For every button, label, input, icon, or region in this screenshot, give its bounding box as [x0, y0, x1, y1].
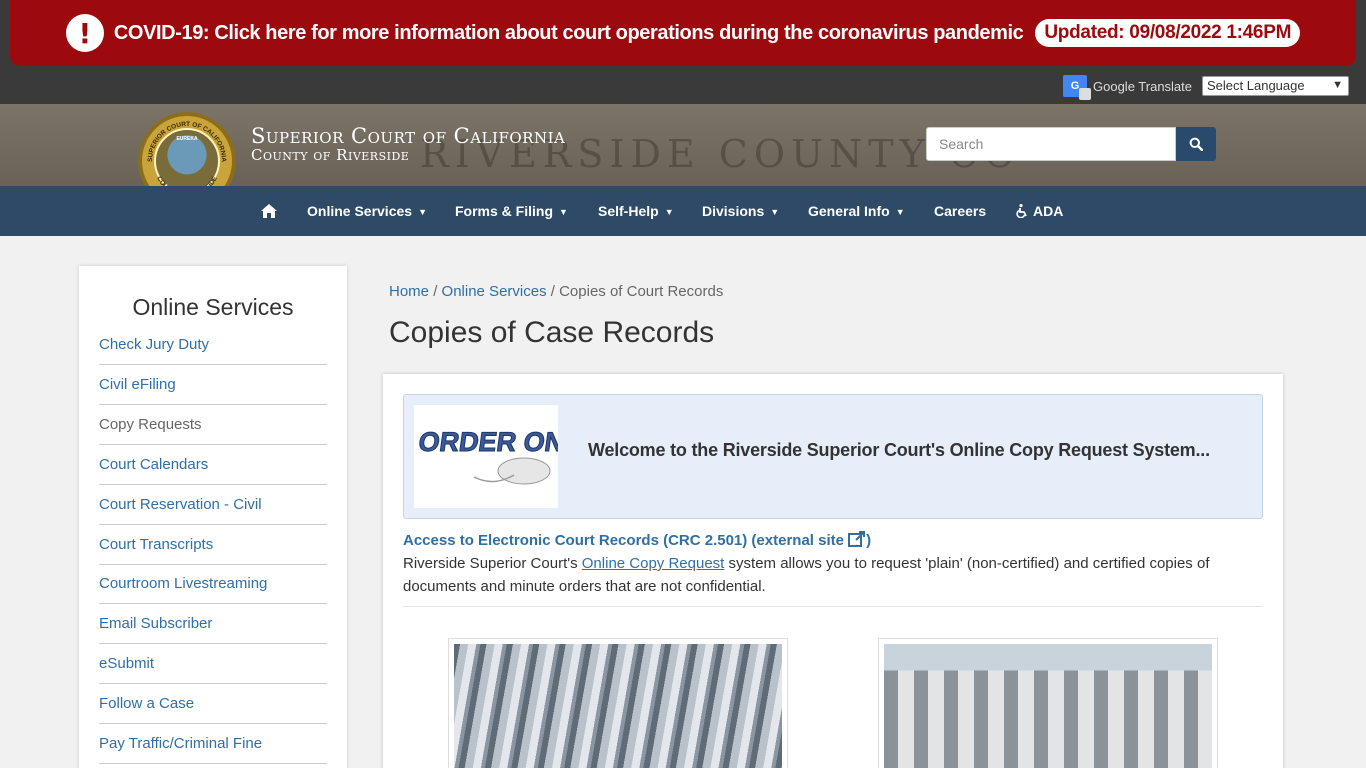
google-translate-icon: G	[1063, 75, 1091, 100]
sidebar-item-pay-fine[interactable]: Pay Traffic/Criminal Fine	[99, 724, 327, 764]
nav-general-info[interactable]: General Info ▼	[808, 186, 905, 236]
sidebar-item-follow-a-case[interactable]: Follow a Case	[99, 684, 327, 724]
google-translate: G Google Translate Select Language ▼	[1063, 75, 1350, 100]
sidebar-item-esubmit[interactable]: eSubmit	[99, 644, 327, 684]
exclamation-icon: !	[65, 14, 104, 52]
content-card: ORDER ONLINE Welcome to the Riverside Su…	[383, 374, 1283, 768]
sidebar: Online Services Check Jury Duty Civil eF…	[79, 266, 347, 768]
nav-label: Divisions	[702, 203, 765, 219]
sidebar-item-court-transcripts[interactable]: Court Transcripts	[99, 525, 327, 565]
chevron-down-icon: ▼	[1332, 79, 1344, 91]
page-title: Copies of Case Records	[389, 316, 715, 349]
breadcrumb-separator: /	[433, 283, 442, 300]
nav-forms-filing[interactable]: Forms & Filing ▼	[455, 186, 568, 236]
order-online-image: ORDER ONLINE	[414, 405, 628, 508]
search-input[interactable]: Search	[926, 127, 1176, 161]
breadcrumb-home[interactable]: Home	[389, 283, 429, 300]
welcome-panel: ORDER ONLINE Welcome to the Riverside Su…	[403, 394, 1263, 519]
crc-link-close: )	[866, 532, 872, 549]
site-subtitle[interactable]: County of Riverside	[251, 146, 409, 164]
courthouse-thumbnail[interactable]	[878, 638, 1218, 768]
breadcrumb-current: Copies of Court Records	[559, 283, 724, 300]
crc-external-link[interactable]: Access to Electronic Court Records (CRC …	[403, 531, 871, 549]
description-paragraph: Riverside Superior Court's Online Copy R…	[403, 552, 1243, 598]
breadcrumb: Home / Online Services / Copies of Court…	[389, 283, 723, 300]
nav-divisions[interactable]: Divisions ▼	[702, 186, 779, 236]
language-select-value: Select Language	[1207, 78, 1305, 93]
court-records-image	[454, 644, 782, 768]
nav-label: Self-Help	[598, 203, 659, 219]
order-online-graphic: ORDER ONLINE	[416, 426, 628, 485]
sidebar-item-courtroom-livestreaming[interactable]: Courtroom Livestreaming	[99, 564, 327, 604]
svg-text:SUPERIOR COURT OF CALIFORNIA: SUPERIOR COURT OF CALIFORNIA	[147, 121, 227, 163]
sidebar-item-court-calendars[interactable]: Court Calendars	[99, 445, 327, 485]
search-button[interactable]	[1176, 127, 1216, 161]
caret-down-icon: ▼	[664, 207, 674, 217]
nav-careers[interactable]: Careers	[934, 186, 986, 236]
sidebar-title: Online Services	[132, 294, 294, 320]
caret-down-icon: ▼	[559, 207, 568, 217]
nav-self-help[interactable]: Self-Help ▼	[598, 186, 674, 236]
covid-updated-badge: Updated: 09/08/2022 1:46PM	[1035, 19, 1301, 47]
content-divider	[403, 606, 1263, 607]
nav-label: Online Services	[307, 203, 413, 219]
breadcrumb-online-services[interactable]: Online Services	[442, 283, 547, 300]
google-translate-label: Google Translate	[1093, 78, 1193, 94]
sidebar-item-civil-efiling[interactable]: Civil eFiling	[99, 365, 327, 405]
courthouse-image	[884, 644, 1212, 768]
court-records-thumbnail[interactable]	[448, 638, 788, 768]
sidebar-item-check-jury-duty[interactable]: Check Jury Duty	[99, 325, 327, 365]
breadcrumb-separator: /	[550, 283, 560, 300]
covid-banner-text[interactable]: COVID-19: Click here for more informatio…	[114, 22, 1024, 45]
caret-down-icon: ▼	[895, 207, 905, 217]
nav-label: Careers	[934, 203, 987, 219]
caret-down-icon: ▼	[770, 207, 780, 217]
caret-down-icon: ▼	[418, 207, 427, 217]
order-online-text: ORDER ONLINE	[417, 426, 558, 457]
description-before: Riverside Superior Court's	[403, 555, 582, 572]
external-link-icon	[848, 531, 866, 547]
nav-home[interactable]	[261, 186, 277, 236]
sidebar-item-copy-requests[interactable]: Copy Requests	[99, 405, 327, 445]
search-icon	[1189, 137, 1203, 151]
wheelchair-icon	[1016, 204, 1027, 218]
sidebar-item-court-reservation[interactable]: Court Reservation - Civil	[99, 485, 327, 525]
nav-ada[interactable]: ADA	[1016, 186, 1063, 236]
welcome-text: Welcome to the Riverside Superior Court'…	[588, 440, 1210, 460]
nav-online-services[interactable]: Online Services ▼	[307, 186, 427, 236]
covid-banner[interactable]: ! COVID-19: Click here for more informat…	[10, 0, 1356, 66]
language-select[interactable]: Select Language ▼	[1202, 76, 1350, 96]
online-copy-request-link[interactable]: Online Copy Request	[582, 555, 725, 572]
home-icon	[261, 204, 277, 218]
nav-label: General Info	[808, 203, 890, 219]
sidebar-item-email-subscriber[interactable]: Email Subscriber	[99, 604, 327, 644]
nav-label: ADA	[1033, 203, 1064, 219]
nav-label: Forms & Filing	[455, 203, 553, 219]
main-nav: Online Services ▼ Forms & Filing ▼ Self-He…	[0, 186, 1366, 236]
seal-text-top: SUPERIOR COURT OF CALIFORNIA	[147, 121, 227, 163]
site-title[interactable]: Superior Court of California	[251, 124, 565, 148]
crc-link-label: Access to Electronic Court Records (CRC …	[403, 532, 844, 549]
